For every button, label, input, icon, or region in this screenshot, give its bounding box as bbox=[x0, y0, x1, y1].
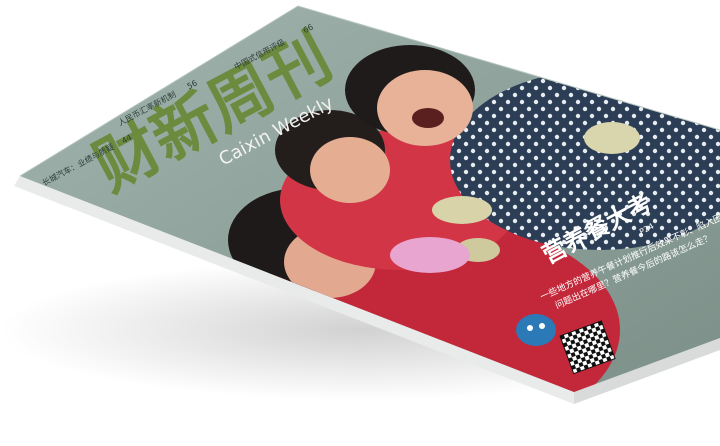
magazine-photo: 财新周刊 Caixin Weekly 长城汽车：业绩与质疑 44 人民币汇率新机… bbox=[0, 0, 720, 446]
bowl bbox=[584, 122, 640, 154]
mascot-icon bbox=[516, 314, 556, 346]
child-middle-face bbox=[310, 137, 390, 203]
bowl bbox=[432, 196, 492, 224]
magazine-illustration: 财新周刊 Caixin Weekly 长城汽车：业绩与质疑 44 人民币汇率新机… bbox=[0, 5, 720, 404]
child-top-face bbox=[377, 70, 473, 146]
pink-sleeve bbox=[390, 237, 470, 273]
